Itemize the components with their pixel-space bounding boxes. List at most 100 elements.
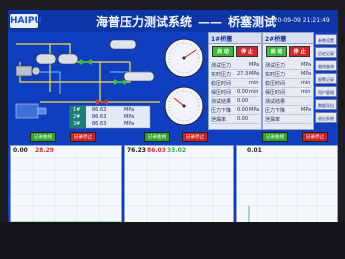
side-menu-button[interactable]: 曲线查询 xyxy=(315,60,337,71)
title-separator: —— xyxy=(198,15,223,29)
bridge-plug-panel-1: 1#桥塞 启 动 停 止 测试压力 MPa 实时压力 27.3 MPa 稳压时间 min… xyxy=(208,32,262,130)
param-unit: MPa xyxy=(249,62,260,68)
table-row: 实时压力 27.3 MPa xyxy=(211,70,259,79)
table-row: 测试压力 MPa xyxy=(211,61,259,70)
motor-icon xyxy=(15,103,47,119)
table-row: 保压时间 min xyxy=(265,88,311,97)
param-label: 测试结果 xyxy=(211,99,232,105)
param-unit: min xyxy=(301,80,311,86)
table-cell: MPa xyxy=(124,107,135,113)
pump-icon xyxy=(15,65,41,77)
start-button[interactable]: 启 动 xyxy=(212,46,234,57)
table-row: 稳压时间 min xyxy=(265,79,311,88)
param-unit: min xyxy=(301,89,311,95)
side-menu-button[interactable]: 历史记录 xyxy=(315,47,337,58)
table-row: 稳压时间 min xyxy=(211,79,259,88)
parameter-table: 测试压力 MPa 实时压力 27.3 MPa 稳压时间 min 保压时间 0.00 min … xyxy=(211,61,259,124)
side-menu-button[interactable]: 退出系统 xyxy=(315,112,337,123)
param-unit: min xyxy=(249,89,259,95)
param-unit: MPa xyxy=(301,62,312,68)
param-label: 实时压力 xyxy=(211,72,232,78)
param-label: 测试结果 xyxy=(265,99,286,105)
panel-title: 2#桥塞 xyxy=(265,36,287,43)
record-stop-button[interactable]: 记录停止 xyxy=(70,132,96,142)
start-button[interactable]: 启 动 xyxy=(266,46,287,57)
table-row: 实时压力 MPa xyxy=(265,70,311,79)
record-curve-button[interactable]: 记录曲线 xyxy=(30,132,56,142)
table-cell: 86.63 xyxy=(92,121,107,127)
table-row: 压力下降 MPa xyxy=(265,106,311,115)
param-label: 泄漏率 xyxy=(211,117,227,123)
param-label: 稳压时间 xyxy=(211,81,232,87)
datetime-readout: 2020-09-09 21:21:49 xyxy=(266,17,330,24)
param-unit: MPa xyxy=(301,71,312,77)
pipe-table: 1# 86.63 MPa 2# 86.63 MPa 3# 86.63 MPa xyxy=(70,107,150,129)
table-row: 测试结果 0.00 xyxy=(211,97,259,106)
stop-button[interactable]: 停 止 xyxy=(289,46,310,57)
table-row: 泄漏率 0.00 xyxy=(211,115,259,124)
side-menu: 参数设置 历史记录 曲线查询 报警记录 用户管理 数据导出 退出系统 xyxy=(314,32,338,128)
table-cell: 3# xyxy=(73,121,81,127)
monitor-bezel xyxy=(0,222,345,259)
param-label: 保压时间 xyxy=(265,90,286,96)
trend-chart-1: 0.00 28.29 xyxy=(10,145,122,222)
param-label: 测试压力 xyxy=(265,63,286,69)
page-title: 海普压力测试系统 —— 桥塞测试 xyxy=(96,13,276,30)
panel-header: 2#桥塞 xyxy=(263,33,313,44)
table-cell: 2# xyxy=(73,114,81,120)
side-menu-button[interactable]: 用户管理 xyxy=(315,86,337,97)
table-row: 2# 86.63 MPa xyxy=(70,114,150,121)
param-unit: min xyxy=(249,80,259,86)
table-row: 测试结果 xyxy=(265,97,311,106)
chart-grid xyxy=(237,154,337,222)
chart-grid xyxy=(11,154,121,222)
table-cell: MPa xyxy=(124,121,135,127)
title-bar: HAIPU 海普压力测试系统 —— 桥塞测试 2020-09-09 21:21:49 xyxy=(8,10,338,32)
param-label: 实时压力 xyxy=(265,72,286,78)
table-cell: MPa xyxy=(124,114,135,120)
table-cell: 1# xyxy=(73,107,81,113)
pressure-gauge-icon xyxy=(164,86,204,126)
pressure-gauge-icon xyxy=(164,38,204,78)
param-label: 压力下降 xyxy=(265,108,286,114)
hmi-screen: HAIPU 海普压力测试系统 —— 桥塞测试 2020-09-09 21:21:49 xyxy=(8,10,338,222)
title-main: 海普压力测试系统 xyxy=(96,15,193,29)
param-label: 测试压力 xyxy=(211,63,232,69)
tank-icon xyxy=(35,53,79,65)
param-unit: MPa xyxy=(249,71,260,77)
param-label: 稳压时间 xyxy=(265,81,286,87)
table-row: 泄漏率 xyxy=(265,115,311,124)
table-cell: 86.63 xyxy=(92,114,107,120)
stop-button[interactable]: 停 止 xyxy=(236,46,258,57)
side-menu-button[interactable]: 数据导出 xyxy=(315,99,337,110)
param-value: 0.00 xyxy=(237,107,249,113)
side-menu-button[interactable]: 报警记录 xyxy=(315,73,337,84)
chart-grid xyxy=(125,154,233,222)
pipe-line xyxy=(30,71,61,94)
table-row: 保压时间 0.00 min xyxy=(211,88,259,97)
table-row: 3# 86.63 MPa xyxy=(70,121,150,128)
param-label: 泄漏率 xyxy=(265,117,281,123)
param-value: 0.00 xyxy=(237,89,249,95)
record-stop-button[interactable]: 记录停止 xyxy=(182,132,208,142)
record-stop-button[interactable]: 记录停止 xyxy=(302,132,328,142)
table-row: 1# 86.63 MPa xyxy=(70,107,150,114)
company-logo: HAIPU xyxy=(10,14,42,28)
record-curve-button[interactable]: 记录曲线 xyxy=(144,132,170,142)
param-label: 压力下降 xyxy=(211,108,232,114)
table-row: 测试压力 MPa xyxy=(265,61,311,70)
panel-title: 1#桥塞 xyxy=(211,36,233,43)
record-curve-button[interactable]: 记录曲线 xyxy=(262,132,288,142)
side-menu-button[interactable]: 参数设置 xyxy=(315,34,337,45)
bridge-plug-panel-2: 2#桥塞 启 动 停 止 测试压力 MPa 实时压力 MPa 稳压时间 min 保压时… xyxy=(262,32,314,130)
param-unit: MPa xyxy=(249,107,260,113)
trend-chart-3: 0.01 xyxy=(236,145,338,222)
trend-chart-2: 76.23 86.03 33.02 xyxy=(124,145,234,222)
pressure-gauges xyxy=(164,38,204,126)
parameter-table: 测试压力 MPa 实时压力 MPa 稳压时间 min 保压时间 min 测试结果 压力下… xyxy=(265,61,311,124)
table-row: 压力下降 0.00 MPa xyxy=(211,106,259,115)
param-value: 0.00 xyxy=(237,116,249,122)
table-cell: 86.63 xyxy=(92,107,107,113)
param-value: 0.00 xyxy=(237,98,249,104)
panel-header: 1#桥塞 xyxy=(209,33,261,44)
